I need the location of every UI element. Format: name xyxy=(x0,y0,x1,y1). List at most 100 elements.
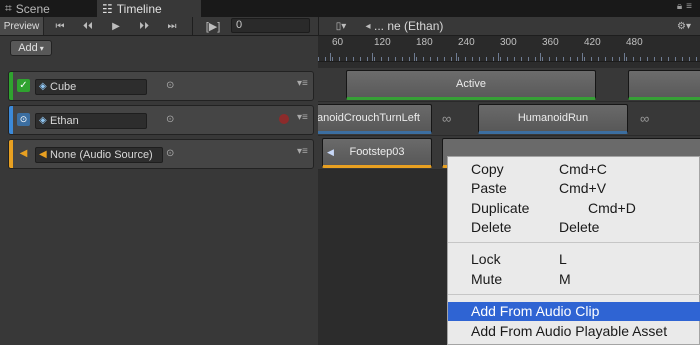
menu-separator xyxy=(448,242,700,243)
track-name-field[interactable]: ◈ Cube xyxy=(35,79,147,95)
menu-item-label: Copy xyxy=(471,161,504,177)
ruler-minor-tick xyxy=(577,57,578,61)
ruler-minor-tick xyxy=(612,57,613,61)
clip-active-2[interactable] xyxy=(628,70,700,100)
target-icon[interactable]: ⊙ xyxy=(166,80,174,91)
goto-end-icon[interactable]: ⏭ xyxy=(160,17,184,35)
ruler-tick-label: 60 xyxy=(332,37,344,48)
lock-icon[interactable]: 🔒︎ xyxy=(677,1,686,12)
menu-item-shortcut: Cmd+C xyxy=(559,161,607,177)
ruler-minor-tick xyxy=(423,57,424,61)
toolbar-divider xyxy=(318,17,319,35)
ruler-minor-tick xyxy=(682,57,683,61)
tab-scene[interactable]: ⌗ Scene xyxy=(0,0,96,17)
menu-item-add-from-audio-playable-asset[interactable]: Add From Audio Playable Asset xyxy=(448,322,700,341)
menu-item-label: Mute xyxy=(471,271,503,287)
track-color-stripe xyxy=(9,106,13,134)
ruler-minor-tick xyxy=(535,57,536,61)
ruler-minor-tick xyxy=(514,57,515,61)
frame-input[interactable]: 0 xyxy=(231,18,310,33)
track-row-ethan: anoidCrouchTurnLeft ∞ HumanoidRun ∞ xyxy=(318,102,700,136)
menu-item-paste[interactable]: Paste Cmd+V xyxy=(448,179,700,198)
activation-toggle[interactable]: ✓ xyxy=(17,79,30,92)
track-menu-icon[interactable]: ▾≡ xyxy=(297,112,308,123)
menu-separator xyxy=(448,294,700,295)
ruler-minor-tick xyxy=(388,57,389,61)
track-menu-icon[interactable]: ▾≡ xyxy=(297,146,308,157)
settings-gear-icon[interactable]: ⚙▾ xyxy=(672,17,696,35)
menu-item-lock[interactable]: Lock L xyxy=(448,250,700,269)
menu-item-shortcut: Cmd+V xyxy=(559,180,607,196)
audio-source-icon: ◀ xyxy=(39,149,47,160)
breadcrumb-arrow-icon[interactable]: ◂ xyxy=(362,17,374,35)
ruler-minor-tick xyxy=(668,57,669,61)
ruler-tick-label: 360 xyxy=(542,37,559,48)
speaker-icon[interactable]: ◀ xyxy=(17,147,30,160)
ruler-minor-tick xyxy=(444,57,445,61)
clip-animation-1[interactable]: anoidCrouchTurnLeft xyxy=(318,104,432,134)
ruler-tick xyxy=(456,53,457,61)
track-menu-icon[interactable]: ▾≡ xyxy=(297,78,308,89)
frame-mode-button[interactable]: [▶] xyxy=(200,17,226,35)
menu-item-label: Delete xyxy=(471,219,512,235)
next-frame-icon[interactable]: ⏵⏵ xyxy=(132,17,156,35)
menu-item-mute[interactable]: Mute M xyxy=(448,270,700,289)
ruler-minor-tick xyxy=(507,57,508,61)
ruler-minor-tick xyxy=(402,57,403,61)
ruler-tick-label: 120 xyxy=(374,37,391,48)
menu-item-duplicate[interactable]: Duplicate Cmd+D xyxy=(448,199,700,218)
menu-item-copy[interactable]: Copy Cmd+C xyxy=(448,160,700,179)
ruler-minor-tick xyxy=(367,57,368,61)
breadcrumb[interactable]: ... ne (Ethan) xyxy=(374,19,443,33)
ruler-tick xyxy=(540,53,541,61)
ruler-minor-tick xyxy=(605,57,606,61)
track-header-cube[interactable]: ✓ ◈ Cube ⊙ ▾≡ xyxy=(8,71,314,101)
timeline-toolbar: Preview ⏮ ⏴⏴ ▶ ⏵⏵ ⏭ [▶] 0 ▯▾ ◂ ... ne (E… xyxy=(0,17,700,36)
ruler-tick xyxy=(372,53,373,61)
ruler-minor-tick xyxy=(598,57,599,61)
animation-toggle[interactable]: ⊙ xyxy=(17,113,30,126)
goto-start-icon[interactable]: ⏮ xyxy=(48,17,72,35)
ruler-minor-tick xyxy=(409,57,410,61)
menu-item-shortcut: M xyxy=(559,271,571,287)
track-row-cube: Active xyxy=(318,68,700,102)
add-track-button[interactable]: Add ▾ xyxy=(10,40,52,56)
toolbar-divider xyxy=(192,17,193,35)
target-icon[interactable]: ⊙ xyxy=(166,148,174,159)
ruler-minor-tick xyxy=(332,57,333,61)
tab-timeline-label: Timeline xyxy=(116,1,162,16)
ruler-minor-tick xyxy=(472,57,473,61)
track-name-field[interactable]: ◀ None (Audio Source) xyxy=(35,147,163,163)
menu-item-add-from-audio-clip[interactable]: Add From Audio Clip xyxy=(448,302,700,321)
menu-icon[interactable]: ≡ xyxy=(686,1,696,12)
track-name-field[interactable]: ◈ Ethan xyxy=(35,113,147,129)
ruler-minor-tick xyxy=(465,57,466,61)
prev-frame-icon[interactable]: ⏴⏴ xyxy=(76,17,100,35)
ruler-minor-tick xyxy=(437,57,438,61)
cube-icon: ◈ xyxy=(39,115,47,126)
ruler-minor-tick xyxy=(633,57,634,61)
ruler-minor-tick xyxy=(360,57,361,61)
ruler-minor-tick xyxy=(493,57,494,61)
clip-active[interactable]: Active xyxy=(346,70,596,100)
tab-timeline[interactable]: ☷ Timeline xyxy=(97,0,201,17)
track-name-label: Cube xyxy=(50,81,77,93)
clip-animation-2[interactable]: HumanoidRun xyxy=(478,104,628,134)
record-icon[interactable] xyxy=(279,114,289,124)
track-header-ethan[interactable]: ⊙ ◈ Ethan ⊙ ▾≡ xyxy=(8,105,314,135)
frame-view-icon[interactable]: ▯▾ xyxy=(326,17,356,35)
ruler-tick-label: 180 xyxy=(416,37,433,48)
play-icon[interactable]: ▶ xyxy=(104,17,128,35)
menu-item-delete[interactable]: Delete Delete xyxy=(448,218,700,237)
track-color-stripe xyxy=(9,72,13,100)
chevron-down-icon: ▾ xyxy=(39,43,44,53)
preview-button[interactable]: Preview xyxy=(0,17,44,35)
time-ruler[interactable]: 60 120 180 240 300 360 420 480 xyxy=(318,36,700,62)
track-name-label: None (Audio Source) xyxy=(50,149,153,161)
target-icon[interactable]: ⊙ xyxy=(166,114,174,125)
ruler-minor-tick xyxy=(563,57,564,61)
ruler-minor-tick xyxy=(374,57,375,61)
ruler-minor-tick xyxy=(654,57,655,61)
clip-audio-1[interactable]: ◀ Footstep03 xyxy=(322,138,432,168)
track-header-audio[interactable]: ◀ ◀ None (Audio Source) ⊙ ▾≡ xyxy=(8,139,314,169)
